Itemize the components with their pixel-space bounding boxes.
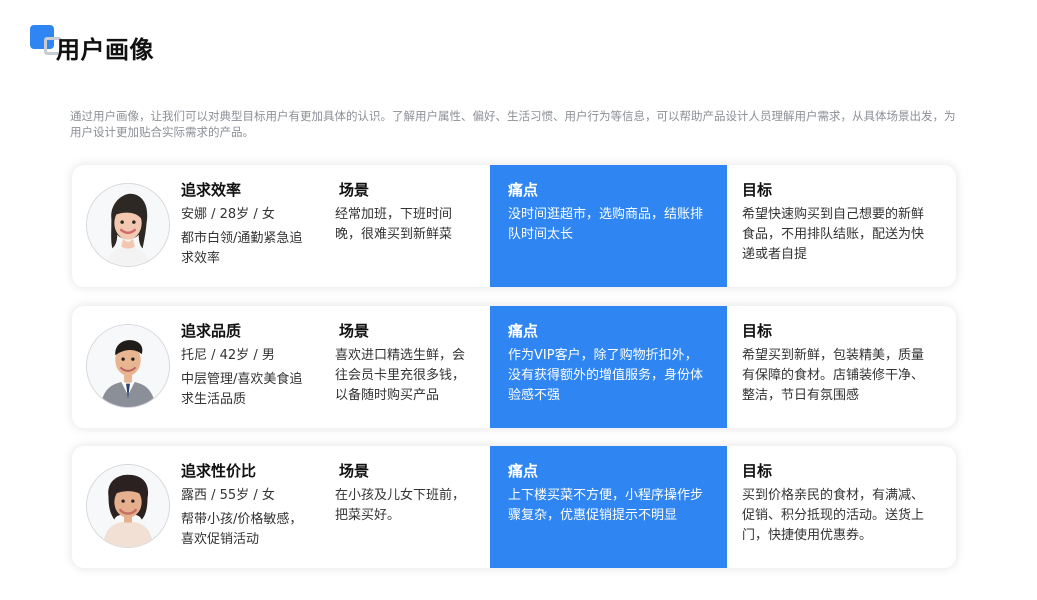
persona-info: 追求品质 托尼 / 42岁 / 男 中层管理/喜欢美食追求生活品质	[181, 320, 321, 410]
persona-meta: 安娜 / 28岁 / 女	[181, 207, 275, 222]
persona-info: 追求效率 安娜 / 28岁 / 女 都市白领/通勤紧急追求效率	[181, 179, 321, 269]
pain-title: 痛点	[508, 462, 539, 480]
persona-description: 帮带小孩/价格敏感，喜欢促销活动	[181, 512, 303, 547]
pain-column: 痛点 上下楼买菜不方便，小程序操作步骤复杂，优惠促销提示不明显	[490, 446, 727, 568]
page-title: 用户画像	[56, 36, 154, 64]
scene-text: 喜欢进口精选生鲜，会往会员卡里充很多钱，以备随时购买产品	[335, 348, 466, 403]
goal-column: 目标 希望买到新鲜，包装精美，质量有保障的食材。店铺装修干净、整洁，节日有氛围感	[742, 320, 930, 406]
intro-text: 通过用户画像，让我们可以对典型目标用户有更加具体的认识。了解用户属性、偏好、生活…	[70, 109, 956, 139]
persona-card: 追求品质 托尼 / 42岁 / 男 中层管理/喜欢美食追求生活品质 场景 喜欢进…	[72, 306, 956, 428]
persona-meta: 露西 / 55岁 / 女	[181, 488, 275, 503]
scene-column: 场景 经常加班，下班时间晚，很难买到新鲜菜	[335, 179, 477, 245]
male-avatar-image	[87, 325, 169, 407]
goal-text: 希望快速购买到自己想要的新鲜食品，不用排队结账，配送为快递或者自提	[742, 207, 925, 262]
male-avatar-icon	[86, 324, 170, 408]
goal-column: 目标 希望快速购买到自己想要的新鲜食品，不用排队结账，配送为快递或者自提	[742, 179, 930, 265]
female-young-avatar-icon	[86, 183, 170, 267]
goal-column: 目标 买到价格亲民的食材，有满减、促销、积分抵现的活动。送货上门，快捷使用优惠券…	[742, 460, 930, 546]
persona-card: 追求效率 安娜 / 28岁 / 女 都市白领/通勤紧急追求效率 场景 经常加班，…	[72, 165, 956, 287]
pain-column: 痛点 没时间逛超市，选购商品，结账排队时间太长	[490, 165, 727, 287]
persona-card: 追求性价比 露西 / 55岁 / 女 帮带小孩/价格敏感，喜欢促销活动 场景 在…	[72, 446, 956, 568]
female-senior-avatar-icon	[86, 464, 170, 548]
scene-column: 场景 在小孩及儿女下班前，把菜买好。	[335, 460, 477, 526]
pain-text: 没时间逛超市，选购商品，结账排队时间太长	[508, 207, 704, 242]
pain-text: 作为VIP客户，除了购物折扣外，没有获得额外的增值服务，身份体验感不强	[508, 348, 704, 403]
persona-info: 追求性价比 露西 / 55岁 / 女 帮带小孩/价格敏感，喜欢促销活动	[181, 460, 321, 550]
persona-title: 追求品质	[181, 322, 242, 340]
pain-title: 痛点	[508, 181, 539, 199]
female-young-avatar-image	[87, 184, 169, 266]
scene-column: 场景 喜欢进口精选生鲜，会往会员卡里充很多钱，以备随时购买产品	[335, 320, 477, 406]
scene-title: 场景	[339, 462, 370, 480]
female-senior-avatar-image	[87, 465, 169, 547]
pain-title: 痛点	[508, 322, 539, 340]
persona-description: 中层管理/喜欢美食追求生活品质	[181, 372, 303, 407]
pain-text: 上下楼买菜不方便，小程序操作步骤复杂，优惠促销提示不明显	[508, 488, 704, 523]
persona-title: 追求性价比	[181, 462, 257, 480]
scene-text: 经常加班，下班时间晚，很难买到新鲜菜	[335, 207, 453, 242]
persona-meta: 托尼 / 42岁 / 男	[181, 348, 275, 363]
scene-title: 场景	[339, 322, 370, 340]
goal-text: 买到价格亲民的食材，有满减、促销、积分抵现的活动。送货上门，快捷使用优惠券。	[742, 488, 925, 543]
scene-text: 在小孩及儿女下班前，把菜买好。	[335, 488, 466, 523]
persona-description: 都市白领/通勤紧急追求效率	[181, 231, 303, 266]
goal-text: 希望买到新鲜，包装精美，质量有保障的食材。店铺装修干净、整洁，节日有氛围感	[742, 348, 925, 403]
goal-title: 目标	[742, 462, 773, 480]
goal-title: 目标	[742, 322, 773, 340]
goal-title: 目标	[742, 181, 773, 199]
persona-title: 追求效率	[181, 181, 242, 199]
scene-title: 场景	[339, 181, 370, 199]
pain-column: 痛点 作为VIP客户，除了购物折扣外，没有获得额外的增值服务，身份体验感不强	[490, 306, 727, 428]
